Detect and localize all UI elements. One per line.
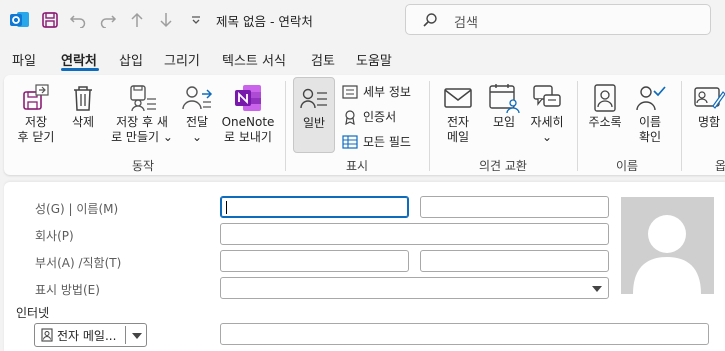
address-book-icon: [584, 81, 626, 115]
save-icon[interactable]: [38, 8, 62, 32]
email-type-dropdown[interactable]: 전자 메일...: [34, 323, 147, 347]
contact-card-icon: [294, 82, 334, 116]
onenote-button[interactable]: OneNote 로 보내기: [219, 81, 277, 145]
forward-button[interactable]: 전달 ⌄: [178, 81, 216, 145]
check-names-button[interactable]: 이름 확인: [629, 81, 671, 145]
text-caret: [226, 201, 227, 214]
customize-toolbar-icon[interactable]: [184, 8, 208, 32]
group-label-show: 표시: [346, 159, 369, 173]
chevron-down-icon: [592, 286, 602, 292]
delete-button[interactable]: 삭제: [64, 81, 102, 130]
ribbon: 저장 후 닫기 삭제 저장 후 새 로 만들기 ⌄ 전달 ⌄ OneNote 로…: [4, 75, 725, 175]
redo-icon[interactable]: [96, 8, 120, 32]
ribbon-separator: [577, 81, 578, 171]
company-input[interactable]: [220, 223, 609, 245]
forward-contact-icon: [178, 81, 216, 115]
save-new-button[interactable]: 저장 후 새 로 만들기 ⌄: [108, 81, 176, 145]
address-book-button[interactable]: 주소록: [584, 81, 626, 130]
trash-icon: [64, 81, 102, 115]
internet-section-label: 인터넷: [16, 306, 50, 320]
check-names-icon: [629, 81, 671, 115]
address-card-icon: [41, 328, 53, 342]
contact-form: 성(G) | 이름(M) 회사(P) 부서(A) /직함(T) 표시 방법(E)…: [4, 182, 725, 351]
more-chat-icon: [526, 81, 568, 115]
more-button[interactable]: 자세히 ⌄: [526, 81, 568, 145]
file-as-dropdown[interactable]: [220, 277, 609, 299]
arrow-up-icon[interactable]: [125, 8, 149, 32]
department-title-label: 부서(A) /직함(T): [35, 256, 122, 270]
business-card-icon: [688, 81, 725, 115]
meeting-calendar-icon: [483, 81, 525, 115]
tab-draw[interactable]: 그리기: [164, 50, 200, 69]
tab-insert[interactable]: 삽입: [119, 50, 143, 69]
save-close-icon: [12, 81, 60, 115]
details-button[interactable]: 세부 정보: [342, 83, 411, 100]
window-title: 제목 없음 - 연락처: [216, 14, 313, 29]
group-label-names: 이름: [616, 159, 639, 173]
last-name-input[interactable]: [220, 196, 409, 218]
title-bar: 제목 없음 - 연락처 검색: [0, 0, 725, 40]
mail-icon: [437, 81, 479, 115]
details-icon: [342, 84, 358, 99]
group-label-communicate: 의견 교환: [479, 159, 527, 173]
tab-file[interactable]: 파일: [12, 50, 36, 69]
ribbon-separator: [285, 81, 286, 171]
file-as-label: 표시 방법(E): [35, 283, 100, 297]
full-name-label[interactable]: 성(G) | 이름(M): [35, 200, 118, 217]
search-box[interactable]: 검색: [405, 4, 711, 35]
contact-photo-placeholder[interactable]: [621, 197, 714, 294]
chevron-down-icon: [132, 333, 142, 339]
all-fields-button[interactable]: 모든 필드: [342, 133, 411, 150]
avatar-silhouette-icon: [633, 215, 701, 294]
ribbon-separator: [429, 81, 430, 171]
email-button[interactable]: 전자 메일: [437, 81, 479, 145]
certificates-button[interactable]: 인증서: [342, 108, 396, 125]
department-input[interactable]: [220, 250, 409, 272]
business-card-button[interactable]: 명함: [688, 81, 725, 130]
group-label-options: 옵: [715, 159, 725, 173]
general-view-button[interactable]: 일반: [293, 77, 335, 153]
active-tab-indicator: [61, 68, 99, 71]
tab-help[interactable]: 도움말: [356, 50, 392, 69]
menu-tabs: 파일 연락처 삽입 그리기 텍스트 서식 검토 도움말: [0, 44, 725, 74]
save-close-button[interactable]: 저장 후 닫기: [12, 81, 60, 145]
ribbon-separator: [681, 81, 682, 171]
group-label-actions: 동작: [132, 159, 155, 173]
search-placeholder: 검색: [454, 16, 478, 31]
tab-format-text[interactable]: 텍스트 서식: [222, 50, 286, 69]
undo-icon[interactable]: [66, 8, 90, 32]
save-new-icon: [108, 81, 176, 115]
search-icon: [422, 12, 438, 31]
all-fields-icon: [342, 134, 358, 149]
tab-review[interactable]: 검토: [311, 50, 335, 69]
job-title-input[interactable]: [420, 250, 609, 272]
company-label: 회사(P): [35, 229, 74, 243]
certificate-icon: [345, 109, 355, 125]
outlook-icon: [8, 8, 32, 32]
arrow-down-icon[interactable]: [154, 8, 178, 32]
tab-contact[interactable]: 연락처: [61, 50, 97, 69]
dropdown-split: [125, 326, 126, 344]
meeting-button[interactable]: 모임: [483, 81, 525, 130]
onenote-icon: [219, 81, 277, 115]
email-input[interactable]: [220, 323, 709, 345]
first-name-input[interactable]: [420, 196, 609, 218]
